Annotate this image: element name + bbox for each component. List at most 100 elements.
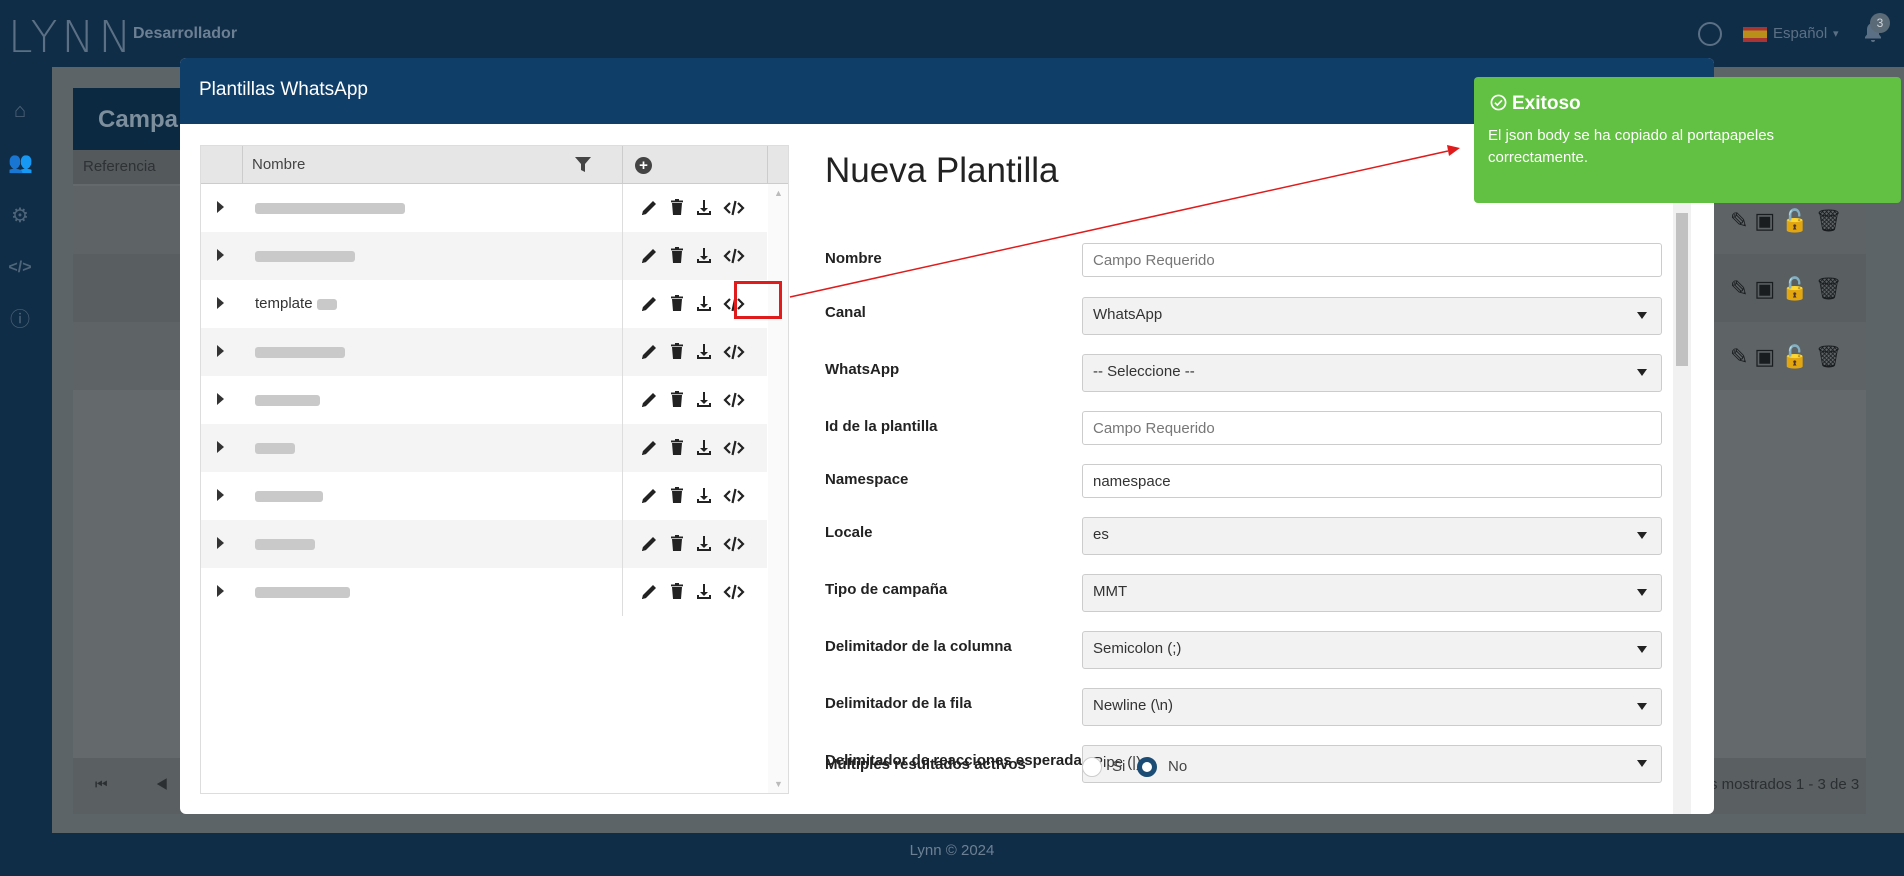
- expand-row-icon[interactable]: [217, 537, 224, 549]
- delete-icon[interactable]: [666, 581, 688, 603]
- expand-row-icon[interactable]: [217, 489, 224, 501]
- id-plantilla-input[interactable]: Campo Requerido: [1082, 411, 1662, 445]
- code-icon[interactable]: [723, 581, 745, 603]
- edit-icon[interactable]: [638, 389, 660, 411]
- table-row[interactable]: [201, 328, 767, 376]
- background-row-actions: ✎▣🔓🗑: [1730, 208, 1849, 233]
- expand-row-icon[interactable]: [217, 585, 224, 597]
- row-actions: [622, 328, 767, 376]
- code-icon[interactable]: [723, 197, 745, 219]
- download-icon[interactable]: [693, 437, 715, 459]
- download-icon[interactable]: [693, 533, 715, 555]
- code-icon[interactable]: [723, 389, 745, 411]
- edit-icon[interactable]: [638, 485, 660, 507]
- table-row[interactable]: [201, 424, 767, 472]
- label-id-plantilla: Id de la plantilla: [825, 418, 938, 435]
- edit-icon[interactable]: [638, 533, 660, 555]
- network-icon[interactable]: ⚙: [8, 204, 32, 228]
- delim-columna-select[interactable]: Semicolon (;): [1082, 631, 1662, 669]
- form-scrollbar-thumb[interactable]: [1676, 213, 1688, 366]
- code-icon[interactable]: [723, 341, 745, 363]
- app-logo[interactable]: LYNN: [8, 12, 135, 63]
- toast-message: El json body se ha copiado al portapapel…: [1488, 127, 1775, 166]
- add-template-button[interactable]: +: [635, 157, 652, 174]
- column-name-header[interactable]: Nombre: [252, 156, 305, 173]
- download-icon[interactable]: [693, 197, 715, 219]
- code-icon[interactable]: [723, 245, 745, 267]
- info-icon[interactable]: ⓘ: [8, 308, 32, 332]
- table-row[interactable]: [201, 376, 767, 424]
- background-column-ref: Referencia: [83, 158, 156, 175]
- table-row[interactable]: [201, 472, 767, 520]
- tipo-campana-value: MMT: [1093, 583, 1128, 600]
- edit-icon[interactable]: [638, 437, 660, 459]
- table-row[interactable]: [201, 520, 767, 568]
- locale-select[interactable]: es: [1082, 517, 1662, 555]
- namespace-input[interactable]: namespace: [1082, 464, 1662, 498]
- scroll-up-icon[interactable]: ▲: [774, 188, 783, 198]
- success-toast[interactable]: Exitoso El json body se ha copiado al po…: [1474, 77, 1901, 203]
- column-divider: [622, 146, 623, 184]
- users-icon[interactable]: 👥: [8, 151, 33, 175]
- list-scrollbar[interactable]: ▲ ▼: [768, 184, 788, 793]
- code-icon[interactable]: [723, 485, 745, 507]
- scroll-down-icon[interactable]: ▼: [774, 779, 783, 789]
- delim-fila-select[interactable]: Newline (\n): [1082, 688, 1662, 726]
- delete-icon[interactable]: [666, 437, 688, 459]
- tipo-campana-select[interactable]: MMT: [1082, 574, 1662, 612]
- nombre-input[interactable]: Campo Requerido: [1082, 243, 1662, 277]
- code-icon[interactable]: </>: [8, 256, 32, 280]
- edit-icon[interactable]: [638, 581, 660, 603]
- download-icon[interactable]: [693, 389, 715, 411]
- expand-row-icon[interactable]: [217, 441, 224, 453]
- table-row[interactable]: [201, 568, 767, 616]
- row-actions: [622, 184, 767, 232]
- download-icon[interactable]: [693, 581, 715, 603]
- delete-icon[interactable]: [666, 485, 688, 507]
- edit-icon[interactable]: [638, 293, 660, 315]
- spain-flag-icon[interactable]: [1743, 27, 1767, 42]
- user-profile-icon[interactable]: [1698, 22, 1722, 46]
- code-icon[interactable]: [723, 533, 745, 555]
- download-icon[interactable]: [693, 293, 715, 315]
- expand-row-icon[interactable]: [217, 297, 224, 309]
- radio-no-label: No: [1168, 758, 1188, 775]
- template-name-text: template: [255, 295, 313, 312]
- expand-row-icon[interactable]: [217, 393, 224, 405]
- edit-icon[interactable]: [638, 245, 660, 267]
- download-icon[interactable]: [693, 245, 715, 267]
- template-name: [255, 535, 315, 552]
- table-row[interactable]: [201, 232, 767, 280]
- expand-row-icon[interactable]: [217, 201, 224, 213]
- canal-select[interactable]: WhatsApp: [1082, 297, 1662, 335]
- chevron-down-icon[interactable]: ▾: [1833, 27, 1839, 40]
- delete-icon[interactable]: [666, 293, 688, 315]
- code-icon[interactable]: [723, 437, 745, 459]
- row-actions: [622, 424, 767, 472]
- delete-icon[interactable]: [666, 533, 688, 555]
- delete-icon[interactable]: [666, 197, 688, 219]
- delete-icon[interactable]: [666, 341, 688, 363]
- delete-icon[interactable]: [666, 245, 688, 267]
- edit-icon[interactable]: [638, 341, 660, 363]
- filter-icon[interactable]: [575, 157, 591, 172]
- notification-badge: 3: [1870, 13, 1890, 33]
- home-icon[interactable]: ⌂: [8, 99, 32, 123]
- locale-value: es: [1093, 526, 1109, 543]
- whatsapp-value: -- Seleccione --: [1093, 363, 1195, 380]
- expand-row-icon[interactable]: [217, 345, 224, 357]
- language-selector[interactable]: Español: [1773, 25, 1827, 42]
- delete-icon[interactable]: [666, 389, 688, 411]
- download-icon[interactable]: [693, 485, 715, 507]
- radio-no[interactable]: [1137, 757, 1157, 777]
- expand-row-icon[interactable]: [217, 249, 224, 261]
- form-scrollbar[interactable]: [1673, 203, 1691, 814]
- edit-icon[interactable]: [638, 197, 660, 219]
- chevron-down-icon: [1637, 369, 1647, 376]
- table-row[interactable]: [201, 184, 767, 232]
- row-actions: [622, 568, 767, 616]
- whatsapp-select[interactable]: -- Seleccione --: [1082, 354, 1662, 392]
- table-row[interactable]: template: [201, 280, 767, 328]
- radio-si[interactable]: [1082, 757, 1102, 777]
- download-icon[interactable]: [693, 341, 715, 363]
